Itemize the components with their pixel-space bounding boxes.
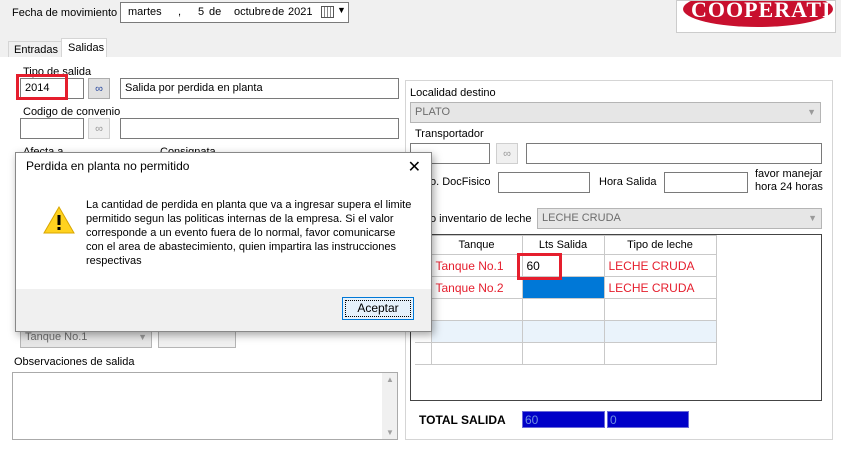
binoculars-icon: ∞: [95, 122, 103, 135]
binoculars-icon: ∞: [95, 82, 103, 95]
tanque-combo-value: Tanque No.1: [25, 331, 88, 343]
dialog-footer: Aceptar: [16, 289, 431, 331]
observaciones-label: Observaciones de salida: [14, 356, 135, 368]
date-day[interactable]: 5: [198, 6, 204, 18]
cell-lts[interactable]: [521, 320, 605, 343]
date-picker[interactable]: martes , 5 de octubre de 2021 ▼: [120, 2, 349, 23]
date-month[interactable]: octubre: [234, 6, 271, 18]
cell-tipo[interactable]: [603, 320, 717, 343]
cell-tanque[interactable]: Tanque No.2: [430, 276, 523, 299]
table-row[interactable]: Tanque No.1 60 LECHE CRUDA: [415, 254, 717, 277]
table-row[interactable]: [415, 342, 717, 365]
transportador-desc-field[interactable]: [526, 143, 822, 164]
hora-salida-label: Hora Salida: [599, 176, 657, 188]
tab-salidas-label: Salidas: [68, 42, 105, 54]
localidad-value: PLATO: [415, 106, 451, 118]
table-row[interactable]: Tanque No.2 LECHE CRUDA: [415, 276, 717, 299]
docfisico-label: o. DocFisico: [430, 176, 491, 188]
date-sep: de: [209, 6, 222, 18]
scrollbar[interactable]: ▲ ▼: [382, 373, 397, 439]
tanques-grid[interactable]: Tanque Lts Salida Tipo de leche Tanque N…: [410, 234, 822, 401]
date-weekday[interactable]: martes: [128, 6, 162, 18]
calendar-icon[interactable]: [321, 6, 334, 18]
col-header-tanque[interactable]: Tanque: [430, 235, 523, 255]
docfisico-field[interactable]: [498, 172, 590, 193]
chevron-down-icon: ▼: [807, 107, 816, 117]
cell-tipo[interactable]: [603, 342, 717, 365]
transportador-label: Transportador: [415, 128, 484, 140]
dialog-title: Perdida en planta no permitido: [26, 159, 190, 173]
total-value-2: 0: [607, 411, 689, 428]
inventario-combo[interactable]: LECHE CRUDA ▼: [537, 208, 822, 229]
hora-note-1: favor manejar: [755, 168, 823, 180]
localidad-label: Localidad destino: [410, 87, 496, 99]
chevron-down-icon: ▼: [808, 213, 817, 223]
cell-tipo[interactable]: [603, 298, 717, 321]
close-icon[interactable]: ✕: [408, 157, 421, 177]
binoculars-icon: ∞: [503, 147, 511, 160]
codigo-convenio-label: Codigo de convenio: [23, 106, 121, 118]
warning-icon: [43, 205, 75, 234]
hora-salida-field[interactable]: [664, 172, 748, 193]
inventario-value: LECHE CRUDA: [542, 212, 621, 224]
dialog-message: La cantidad de perdida en planta que va …: [86, 199, 412, 267]
inventario-label: o inventario de leche: [430, 213, 532, 225]
tab-entradas[interactable]: Entradas: [8, 41, 62, 58]
date-sep2: de: [272, 6, 285, 18]
tab-salidas[interactable]: Salidas: [61, 38, 107, 58]
table-row[interactable]: [415, 298, 717, 321]
fecha-label: Fecha de movimiento: [12, 7, 118, 19]
tab-entradas-label: Entradas: [14, 44, 59, 56]
cell-tanque[interactable]: Tanque No.1: [430, 254, 523, 277]
table-row[interactable]: [415, 320, 717, 343]
cell-tipo[interactable]: LECHE CRUDA: [603, 254, 717, 277]
tipo-salida-desc-field[interactable]: Salida por perdida en planta: [120, 78, 399, 99]
chevron-down-icon[interactable]: ▼: [337, 5, 346, 15]
search-tipo-salida-button[interactable]: ∞: [88, 78, 110, 99]
col-header-lts[interactable]: Lts Salida: [521, 235, 605, 255]
highlight-box: [517, 253, 562, 280]
cell-tanque[interactable]: [430, 320, 523, 343]
logo-text: COOPERATIVA: [691, 0, 835, 22]
highlight-box: [16, 74, 68, 100]
scroll-down-icon[interactable]: ▼: [386, 428, 394, 437]
total-value-1: 60: [522, 411, 605, 428]
aceptar-button[interactable]: Aceptar: [342, 297, 414, 320]
logo: COOPERATIVA: [676, 0, 836, 33]
cell-lts[interactable]: [521, 342, 605, 365]
cell-tipo[interactable]: LECHE CRUDA: [603, 276, 717, 299]
col-header-tipo[interactable]: Tipo de leche: [603, 235, 717, 255]
observaciones-textarea[interactable]: ▲ ▼: [12, 372, 398, 440]
search-transportador-button[interactable]: ∞: [496, 143, 518, 164]
warning-dialog: Perdida en planta no permitido ✕ La cant…: [15, 152, 432, 332]
hora-note-2: hora 24 horas: [755, 181, 823, 193]
chevron-down-icon: ▼: [138, 332, 147, 342]
total-salida-label: TOTAL SALIDA: [419, 413, 506, 427]
cell-lts[interactable]: [521, 298, 605, 321]
cell-tanque[interactable]: [430, 342, 523, 365]
codigo-convenio-desc-field[interactable]: [120, 118, 399, 139]
scroll-up-icon[interactable]: ▲: [386, 375, 394, 384]
cell-tanque[interactable]: [430, 298, 523, 321]
date-year[interactable]: 2021: [288, 6, 312, 18]
localidad-combo[interactable]: PLATO ▼: [410, 102, 821, 123]
codigo-convenio-field[interactable]: [20, 118, 84, 139]
search-convenio-button[interactable]: ∞: [88, 118, 110, 139]
